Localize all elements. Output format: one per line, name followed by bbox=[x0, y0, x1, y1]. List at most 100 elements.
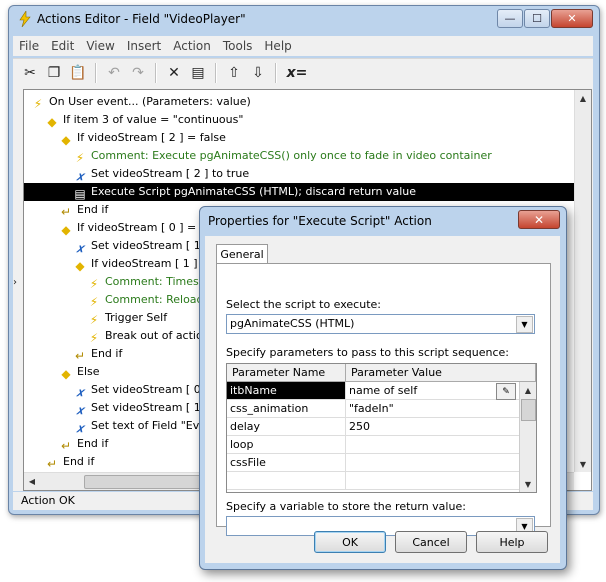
move-down-icon[interactable]: ⇩ bbox=[247, 63, 269, 83]
param-name-cell[interactable]: loop bbox=[227, 436, 346, 454]
param-value-text: 250 bbox=[349, 420, 370, 433]
condition-icon: ◆ bbox=[75, 259, 85, 273]
tree-row[interactable]: ◆ Else bbox=[58, 363, 100, 381]
scroll-thumb[interactable] bbox=[84, 475, 206, 489]
tree-row[interactable]: ⚡ On User event... (Parameters: value) bbox=[30, 93, 251, 111]
tree-row-text: Execute pgAnimateCSS() only once to fade… bbox=[148, 149, 492, 162]
param-name-cell[interactable] bbox=[227, 472, 346, 490]
menu-action[interactable]: Action bbox=[167, 39, 217, 53]
set-variable-icon: 𝑥 bbox=[76, 241, 84, 255]
lightning-icon: ⚡ bbox=[89, 277, 99, 291]
tree-row-text: If item 3 of value = "continuous" bbox=[63, 113, 244, 126]
tree-row-text: Execute Script pgAnimateCSS (HTML); disc… bbox=[91, 185, 417, 198]
tree-row[interactable]: ◆ If videoStream [ 2 ] = false bbox=[58, 129, 226, 147]
edit-value-icon[interactable]: ✎ bbox=[496, 383, 516, 400]
scroll-thumb[interactable] bbox=[521, 399, 536, 421]
tree-row[interactable]: ↵ End if bbox=[44, 453, 94, 471]
general-tab-page: Select the script to execute: pgAnimateC… bbox=[216, 263, 551, 536]
set-variable-icon: 𝑥 bbox=[76, 403, 84, 417]
toolbar-separator bbox=[95, 63, 97, 83]
minimize-button[interactable]: — bbox=[497, 9, 523, 28]
chevron-down-icon[interactable]: ▼ bbox=[516, 316, 533, 333]
undo-icon[interactable]: ↶ bbox=[103, 63, 125, 83]
condition-icon: ◆ bbox=[61, 133, 71, 147]
scroll-down-icon[interactable]: ▼ bbox=[520, 476, 536, 492]
param-value-cell[interactable] bbox=[346, 436, 520, 454]
tree-row[interactable]: ⚡ Trigger Self bbox=[86, 309, 167, 327]
menu-tools[interactable]: Tools bbox=[217, 39, 259, 53]
tree-row[interactable]: ▤ Execute Script pgAnimateCSS (HTML); dis… bbox=[24, 183, 574, 201]
copy-icon[interactable]: ❐ bbox=[43, 63, 65, 83]
tree-row-text: Set videoStream [ 1 ] t bbox=[91, 401, 217, 414]
param-value-cell[interactable]: 250 bbox=[346, 418, 520, 436]
grid-vertical-scrollbar[interactable]: ▲ ▼ bbox=[519, 382, 536, 492]
help-button[interactable]: Help bbox=[476, 531, 548, 553]
set-variable-icon: 𝑥 bbox=[76, 421, 84, 435]
param-value-cell[interactable]: "fadeIn" bbox=[346, 400, 520, 418]
param-name-cell[interactable]: itbName bbox=[227, 382, 346, 400]
tree-row[interactable]: 𝑥 Set text of Field "Even bbox=[72, 417, 213, 435]
menu-edit[interactable]: Edit bbox=[45, 39, 80, 53]
param-value-cell[interactable] bbox=[346, 454, 520, 472]
script-select[interactable]: pgAnimateCSS (HTML) ▼ bbox=[226, 314, 535, 334]
menu-view[interactable]: View bbox=[80, 39, 120, 53]
tree-row[interactable]: ↵ End if bbox=[58, 201, 108, 219]
menu-insert[interactable]: Insert bbox=[121, 39, 167, 53]
column-header-value[interactable]: Parameter Value bbox=[346, 364, 536, 382]
paste-icon[interactable]: 📋 bbox=[67, 63, 89, 83]
param-name-cell[interactable]: cssFile bbox=[227, 454, 346, 472]
caption-buttons: — ☐ ✕ bbox=[496, 9, 593, 28]
param-name-cell[interactable]: css_animation bbox=[227, 400, 346, 418]
script-select-value: pgAnimateCSS (HTML) bbox=[230, 317, 355, 330]
tree-row[interactable]: ⚡ Break out of action bbox=[86, 327, 210, 345]
end-if-icon: ↵ bbox=[60, 205, 72, 219]
dialog-client-area: General Select the script to execute: pg… bbox=[205, 236, 560, 563]
delete-icon[interactable]: ✕ bbox=[163, 63, 185, 83]
cut-icon[interactable]: ✂ bbox=[19, 63, 41, 83]
scroll-left-icon[interactable]: ◀ bbox=[24, 473, 40, 489]
tree-vertical-scrollbar[interactable]: ▲ ▼ bbox=[574, 90, 591, 472]
splitter-arrow-icon[interactable]: › bbox=[13, 277, 21, 297]
tree-row[interactable]: ↵ End if bbox=[72, 345, 122, 363]
scroll-up-icon[interactable]: ▲ bbox=[575, 90, 591, 106]
tree-row[interactable]: ↵ End if bbox=[58, 435, 108, 453]
properties-icon[interactable]: ▤ bbox=[187, 63, 209, 83]
close-button[interactable]: ✕ bbox=[551, 9, 593, 28]
param-value-cell[interactable]: name of self ✎ bbox=[346, 382, 520, 400]
lightning-icon: ⚡ bbox=[89, 331, 99, 345]
tree-row[interactable]: ◆ If item 3 of value = "continuous" bbox=[44, 111, 243, 129]
menu-file[interactable]: File bbox=[13, 39, 45, 53]
tree-row-text: Set videoStream [ 1 ] t bbox=[91, 239, 217, 252]
lightning-icon: ⚡ bbox=[33, 97, 43, 111]
set-variable-icon: 𝑥 bbox=[76, 385, 84, 399]
tree-row[interactable]: ⚡ Comment: Times o bbox=[86, 273, 209, 291]
variable-icon[interactable]: x= bbox=[283, 63, 311, 83]
lightning-icon: ⚡ bbox=[75, 151, 85, 165]
ok-button[interactable]: OK bbox=[314, 531, 386, 553]
tree-row[interactable]: 𝑥 Set videoStream [ 0 ] t bbox=[72, 381, 217, 399]
tree-row[interactable]: ⚡ Comment: Reload bbox=[86, 291, 204, 309]
maximize-button[interactable]: ☐ bbox=[524, 9, 550, 28]
tree-row[interactable]: 𝑥 Set videoStream [ 1 ] t bbox=[72, 399, 217, 417]
redo-icon[interactable]: ↷ bbox=[127, 63, 149, 83]
tree-row[interactable]: ⚡ Comment: Execute pgAnimateCSS() only on… bbox=[72, 147, 492, 165]
param-name-cell[interactable]: delay bbox=[227, 418, 346, 436]
tree-row-text: Reload bbox=[162, 293, 204, 306]
tree-row-text: Else bbox=[77, 365, 100, 378]
scroll-up-icon[interactable]: ▲ bbox=[520, 382, 536, 398]
menu-help[interactable]: Help bbox=[258, 39, 297, 53]
tab-general[interactable]: General bbox=[216, 244, 268, 264]
toolbar-separator bbox=[155, 63, 157, 83]
tree-row[interactable]: ◆ If videoStream [ 1 ] >= bbox=[72, 255, 219, 273]
column-header-name[interactable]: Parameter Name bbox=[227, 364, 346, 382]
tree-row[interactable]: 𝑥 Set videoStream [ 1 ] t bbox=[72, 237, 217, 255]
scroll-down-icon[interactable]: ▼ bbox=[575, 456, 591, 472]
dialog-close-button[interactable]: ✕ bbox=[518, 210, 560, 229]
param-value-cell[interactable] bbox=[346, 472, 520, 490]
tree-row-text: End if bbox=[77, 203, 109, 216]
tree-row-text: End if bbox=[91, 347, 123, 360]
toolbar-separator bbox=[215, 63, 217, 83]
tree-row[interactable]: 𝑥 Set videoStream [ 2 ] to true bbox=[72, 165, 249, 183]
cancel-button[interactable]: Cancel bbox=[395, 531, 467, 553]
move-up-icon[interactable]: ⇧ bbox=[223, 63, 245, 83]
